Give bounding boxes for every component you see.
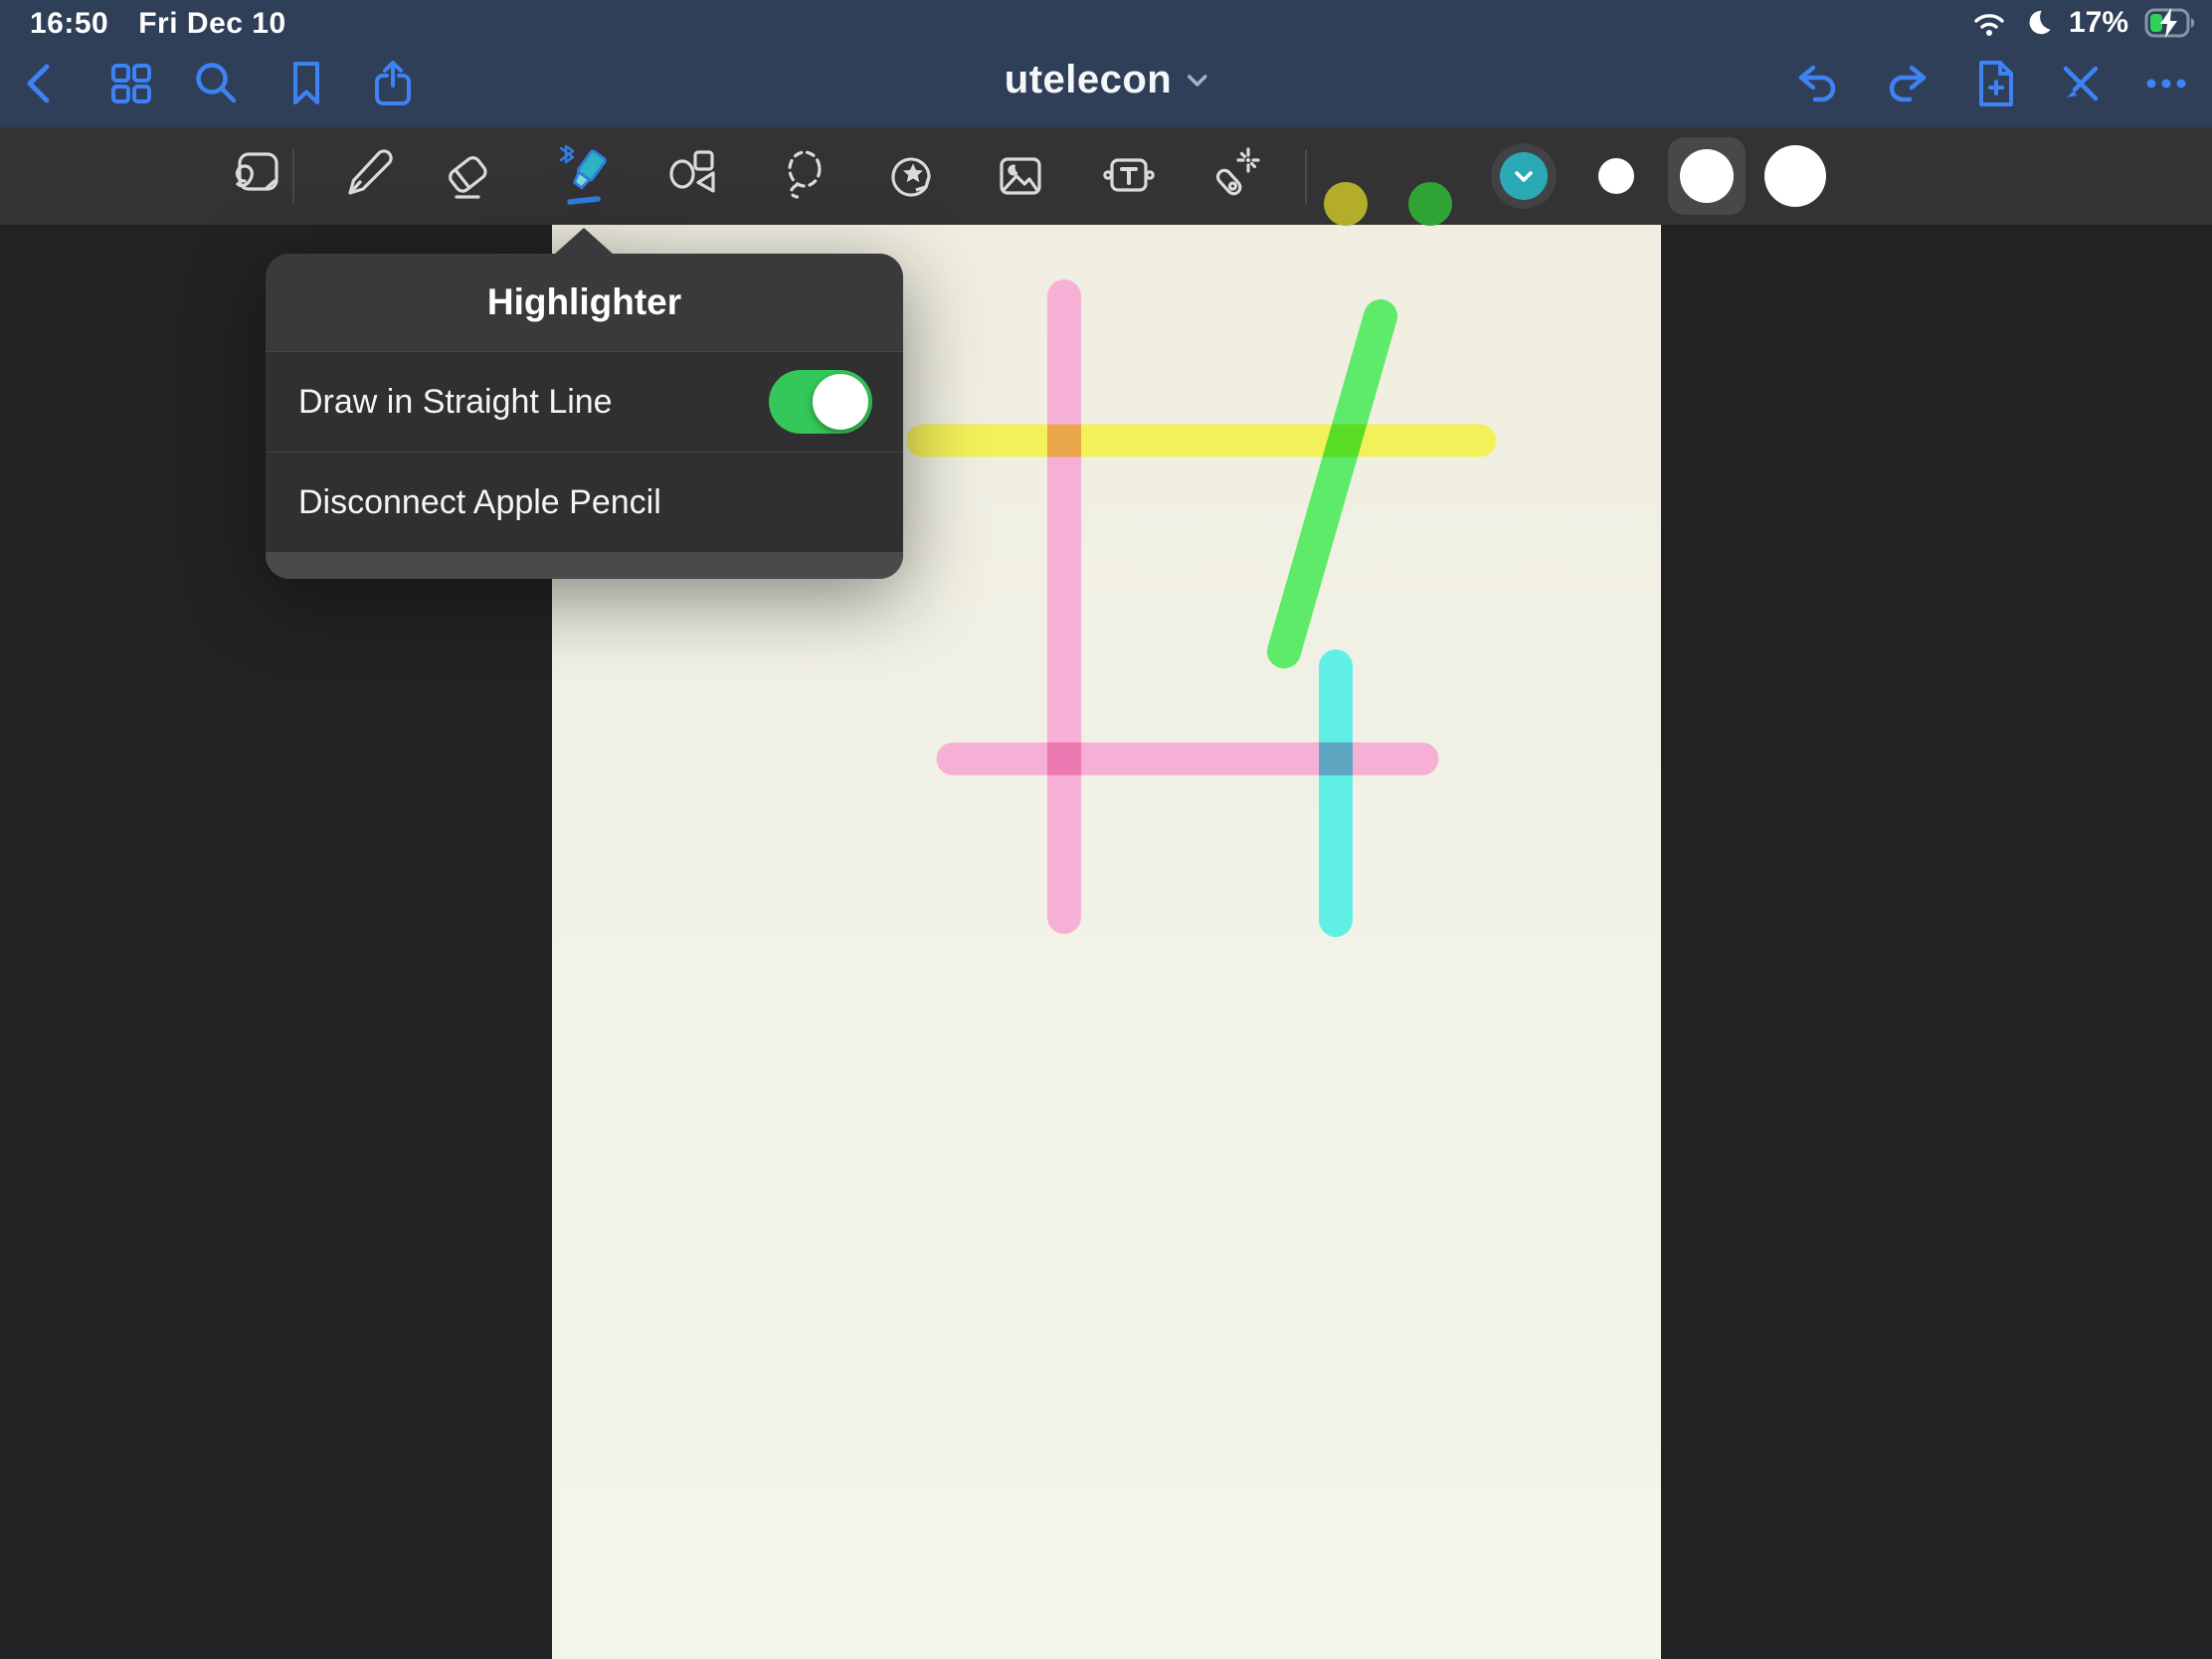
chevron-down-icon [1188,75,1207,87]
share-icon [365,56,421,111]
zoom-window-icon [224,144,287,208]
laser-pointer-icon [1202,144,1266,208]
lasso-tool[interactable] [773,144,836,208]
disconnect-pencil-button[interactable]: Disconnect Apple Pencil [266,453,903,552]
thickness-medium-dot [1680,149,1734,203]
back-icon [14,56,70,111]
page-title: utelecon [1005,58,1172,102]
status-left: 16:50 Fri Dec 10 [30,7,286,41]
status-time: 16:50 [30,7,108,41]
eraser-icon [436,144,499,208]
popover-title: Highlighter [487,281,681,323]
toolbar-separator [292,149,294,205]
share-button[interactable] [365,56,421,111]
lasso-icon [773,144,836,208]
draw-straight-line-label: Draw in Straight Line [298,383,613,422]
more-button[interactable] [2138,56,2194,111]
status-date: Fri Dec 10 [138,7,285,41]
thickness-large[interactable] [1764,145,1826,207]
app-screen: 16:50 Fri Dec 10 17% [0,0,2212,1659]
add-page-icon [1966,56,2022,111]
back-button[interactable] [14,56,70,111]
text-tool[interactable] [1097,144,1161,208]
highlighter-popover: Highlighter Draw in Straight Line Discon… [266,227,903,579]
shapes-tool[interactable] [661,144,725,208]
color-swatch-teal-selected[interactable] [1491,143,1557,209]
thickness-small[interactable] [1598,158,1634,194]
bookmark-icon [278,56,334,111]
shapes-icon [661,144,725,208]
straight-line-toggle[interactable] [769,370,872,434]
toggle-knob [813,374,868,430]
undo-icon [1790,56,1846,111]
pen-tool[interactable] [336,144,400,208]
search-icon [189,56,245,111]
popover-header: Highlighter [266,254,903,352]
eraser-tool[interactable] [436,144,499,208]
elements-icon [881,144,945,208]
more-icon [2138,56,2194,111]
redo-button[interactable] [1879,56,1935,111]
highlighter-icon [553,144,617,208]
toolbar-separator [1305,149,1307,205]
redo-icon [1879,56,1935,111]
bookmark-button[interactable] [278,56,334,111]
document-title-button[interactable]: utelecon [1005,58,1207,102]
pen-off-button[interactable] [2053,56,2109,111]
color-swatch-teal [1500,152,1548,200]
highlighter-tool[interactable] [553,144,617,208]
disconnect-pencil-label: Disconnect Apple Pencil [298,483,661,522]
battery-percent: 17% [2069,6,2128,40]
laser-pointer-tool[interactable] [1202,144,1266,208]
zoom-window-tool[interactable] [224,144,287,208]
elements-tool[interactable] [881,144,945,208]
moon-icon [2023,8,2053,38]
chevron-down-icon [1515,171,1533,182]
top-bar: 16:50 Fri Dec 10 17% [0,0,2212,127]
color-swatch-green[interactable] [1408,182,1452,226]
draw-straight-line-row: Draw in Straight Line [266,352,903,453]
thumbnails-button[interactable] [103,56,159,111]
popover-arrow [554,228,614,255]
wifi-icon [1971,9,2007,37]
tool-bar [0,127,2212,225]
battery-charging-icon [2144,7,2196,39]
popover-body: Highlighter Draw in Straight Line Discon… [266,254,903,579]
undo-button[interactable] [1790,56,1846,111]
image-tool[interactable] [989,144,1052,208]
image-icon [989,144,1052,208]
status-right: 17% [1971,6,2196,40]
thickness-medium-selected[interactable] [1668,137,1746,215]
add-page-button[interactable] [1966,56,2022,111]
popover-footer [266,552,903,579]
thumbnails-icon [103,56,159,111]
search-button[interactable] [189,56,245,111]
pen-icon [336,144,400,208]
bluetooth-icon [561,146,573,162]
color-swatch-olive[interactable] [1324,182,1368,226]
pen-off-icon [2053,56,2109,111]
text-icon [1097,144,1161,208]
